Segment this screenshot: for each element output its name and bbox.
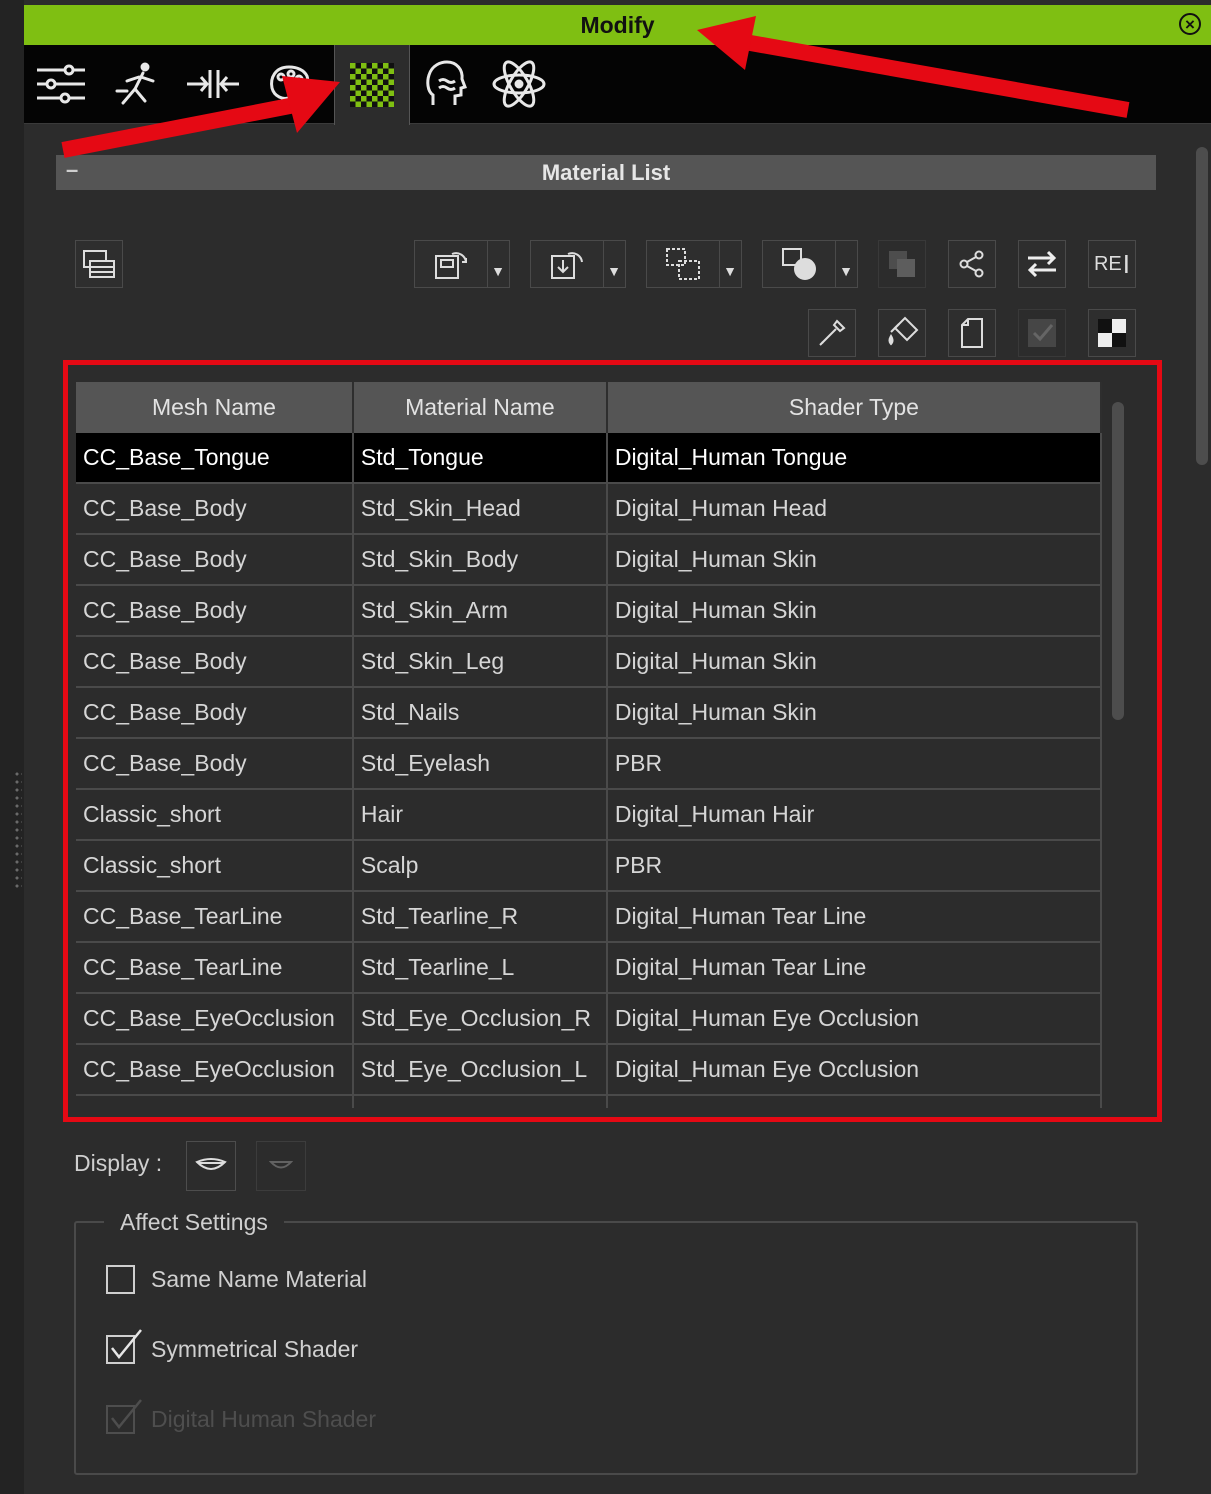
material-list-view-icon [83,250,115,278]
tab-bar [24,45,1211,125]
section-title: Material List [541,159,671,185]
modify-panel: Modify × – Material List ▼ ▼ ▼ ▼ RE I Me… [24,0,1211,1494]
rename-icon: RE [1093,252,1122,275]
document-icon [961,318,983,348]
display-label: Display : [74,1150,163,1176]
panel-scrollbar[interactable] [1196,147,1208,465]
material-checker-icon [350,63,394,107]
collapse-toggle[interactable]: – [66,157,78,183]
digital-human-shader-checkbox [106,1399,142,1434]
share-icon [959,250,984,278]
checker-button[interactable] [1088,309,1136,357]
paint-material-icon [782,248,816,280]
rename-button[interactable]: RE I [1088,240,1136,288]
tab-motion[interactable] [100,45,174,123]
physics-atom-icon [492,60,546,108]
save-material-icon [551,252,583,279]
affect-settings-group: Affect Settings Same Name Material Symme… [74,1209,1138,1475]
title-bar: Modify × [24,5,1211,45]
checkbox-label: Symmetrical Shader [151,1336,359,1362]
highlight-frame [63,360,1162,1122]
paint-material-dropdown[interactable]: ▼ [762,240,858,288]
same-name-material-option[interactable]: Same Name Material [106,1265,367,1294]
paint-bucket-button[interactable] [878,309,926,357]
lips-display-icon [195,1158,227,1170]
eyedropper-button[interactable] [808,309,856,357]
swap-button[interactable] [1018,240,1066,288]
select-region-dropdown[interactable]: ▼ [646,240,742,288]
checkbox-label: Digital Human Shader [151,1406,377,1432]
digital-human-shader-option: Digital Human Shader [106,1399,377,1434]
morph-icon [187,70,239,98]
close-icon[interactable]: × [1179,13,1201,35]
motion-icon [115,62,155,105]
select-region-icon [666,248,700,280]
swap-icon [1027,250,1057,278]
document-button[interactable] [948,309,996,357]
material-list-header[interactable]: – Material List [56,155,1156,190]
resize-grip[interactable] [14,770,22,888]
tab-material[interactable] [334,45,410,125]
paint-bucket-icon [888,316,919,346]
apply-button[interactable] [1018,309,1066,357]
display-lips-button[interactable] [186,1141,236,1191]
tab-appearance[interactable] [252,45,326,123]
mesh-display-icon [269,1161,293,1169]
same-name-material-checkbox[interactable] [106,1265,135,1294]
head-wave-icon [426,60,467,105]
chevron-down-icon[interactable]: ▼ [487,241,509,287]
chevron-down-icon[interactable]: ▼ [835,241,857,287]
material-list-view-button[interactable] [75,240,123,288]
save-material-dropdown[interactable]: ▼ [530,240,626,288]
check-icon [111,1329,142,1360]
tab-morph[interactable] [176,45,250,123]
chevron-down-icon[interactable]: ▼ [719,241,741,287]
affect-settings-title: Affect Settings [104,1209,284,1236]
window-title: Modify [580,11,655,38]
tab-head[interactable] [408,45,482,123]
share-button[interactable] [948,240,996,288]
eyedropper-icon [819,319,846,346]
copy-layer-button[interactable] [878,240,926,288]
check-icon [111,1399,142,1430]
load-material-dropdown[interactable]: ▼ [414,240,510,288]
load-material-icon [435,252,467,279]
checker-icon [1098,319,1126,347]
tab-sliders[interactable] [24,45,98,123]
display-mesh-button[interactable] [256,1141,306,1191]
copy-layer-icon [889,251,915,277]
symmetrical-shader-checkbox[interactable] [106,1329,142,1364]
chevron-down-icon[interactable]: ▼ [603,241,625,287]
left-gutter [0,0,25,1494]
tab-physics[interactable] [482,45,556,123]
checkbox-label: Same Name Material [151,1266,368,1292]
sliders-icon [37,64,85,104]
palette-icon [270,65,310,100]
symmetrical-shader-option[interactable]: Symmetrical Shader [106,1329,359,1364]
apply-icon [1028,319,1056,347]
